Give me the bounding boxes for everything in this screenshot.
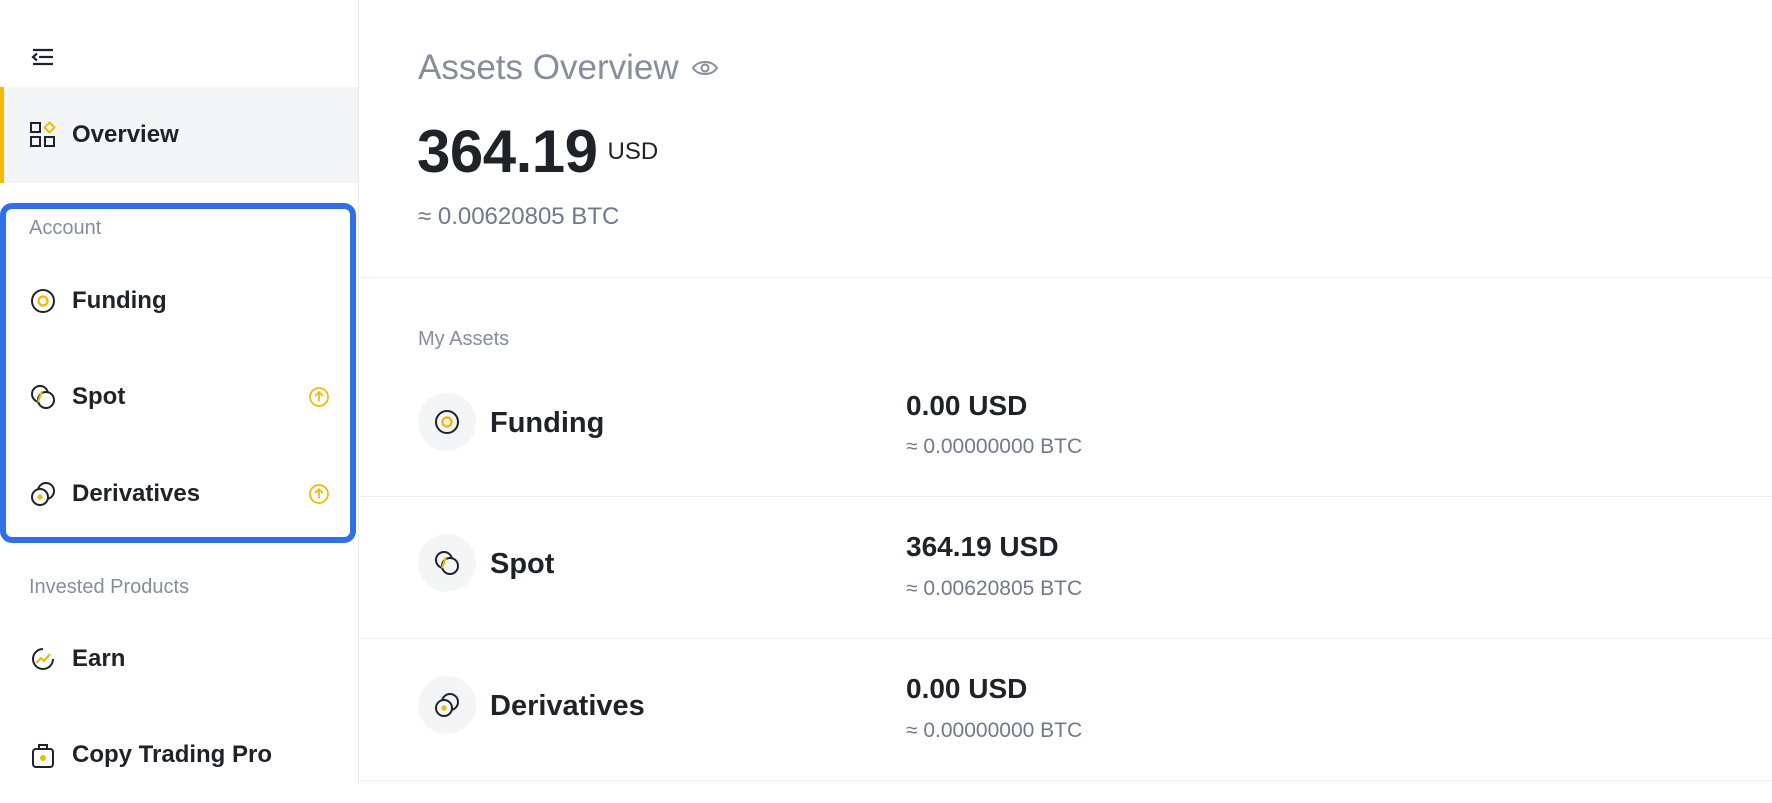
sidebar: Overview Account Funding Spot Derivative…	[0, 0, 359, 784]
total-btc-equivalent: ≈ 0.00620805 BTC	[418, 203, 620, 230]
funding-icon	[418, 393, 476, 451]
overview-grid-icon	[29, 121, 57, 149]
asset-usd-value: 364.19 USD	[906, 531, 1059, 562]
sidebar-item-derivatives[interactable]: Derivatives	[0, 446, 358, 542]
spot-icon	[29, 383, 57, 411]
my-assets-title: My Assets	[418, 328, 510, 350]
funding-icon	[29, 287, 57, 315]
transfer-up-icon[interactable]	[308, 483, 330, 505]
collapse-menu-icon[interactable]	[30, 46, 56, 68]
sidebar-item-label: Spot	[72, 383, 126, 410]
asset-name: Derivatives	[490, 690, 645, 722]
asset-btc-value: ≈ 0.00620805 BTC	[906, 577, 1083, 600]
sidebar-item-label: Funding	[72, 287, 167, 314]
sidebar-item-funding[interactable]: Funding	[0, 253, 358, 349]
section-title-invested-products: Invested Products	[29, 576, 190, 598]
divider	[360, 277, 1772, 278]
asset-row-derivatives[interactable]: Derivatives 0.00 USD ≈ 0.00000000 BTC	[360, 639, 1772, 780]
section-title-account: Account	[29, 217, 102, 239]
asset-btc-value: ≈ 0.00000000 BTC	[906, 435, 1083, 458]
sidebar-item-label: Overview	[72, 121, 179, 148]
sidebar-item-earn[interactable]: Earn	[0, 611, 358, 707]
derivatives-icon	[29, 480, 57, 508]
main-content: Assets Overview 364.19 USD ≈ 0.00620805 …	[360, 0, 1772, 784]
sidebar-item-label: Derivatives	[72, 480, 201, 507]
asset-row-funding[interactable]: Funding 0.00 USD ≈ 0.00000000 BTC	[360, 355, 1772, 496]
asset-name: Funding	[490, 407, 605, 439]
sidebar-item-copy-trading-pro[interactable]: Copy Trading Pro	[0, 707, 358, 803]
derivatives-icon	[418, 676, 476, 734]
total-unit: USD	[607, 138, 659, 165]
sidebar-item-label: Earn	[72, 645, 126, 672]
sidebar-item-overview[interactable]: Overview	[0, 87, 358, 183]
earn-icon	[29, 645, 57, 673]
asset-usd-value: 0.00 USD	[906, 390, 1028, 421]
copy-trading-icon	[29, 741, 57, 769]
total-value: 364.19	[417, 118, 598, 185]
asset-row-spot[interactable]: Spot 364.19 USD ≈ 0.00620805 BTC	[360, 497, 1772, 638]
sidebar-item-spot[interactable]: Spot	[0, 349, 358, 445]
sidebar-item-label: Copy Trading Pro	[72, 741, 273, 768]
total-balance: 364.19 USD	[417, 120, 658, 184]
spot-icon	[418, 534, 476, 592]
asset-name: Spot	[490, 548, 555, 580]
divider	[360, 780, 1772, 781]
transfer-up-icon[interactable]	[308, 386, 330, 408]
active-indicator	[0, 87, 4, 183]
asset-btc-value: ≈ 0.00000000 BTC	[906, 719, 1083, 742]
page-title: Assets Overview	[418, 48, 679, 87]
page-title-row: Assets Overview	[418, 48, 719, 88]
eye-icon[interactable]	[691, 57, 719, 79]
asset-usd-value: 0.00 USD	[906, 673, 1028, 704]
